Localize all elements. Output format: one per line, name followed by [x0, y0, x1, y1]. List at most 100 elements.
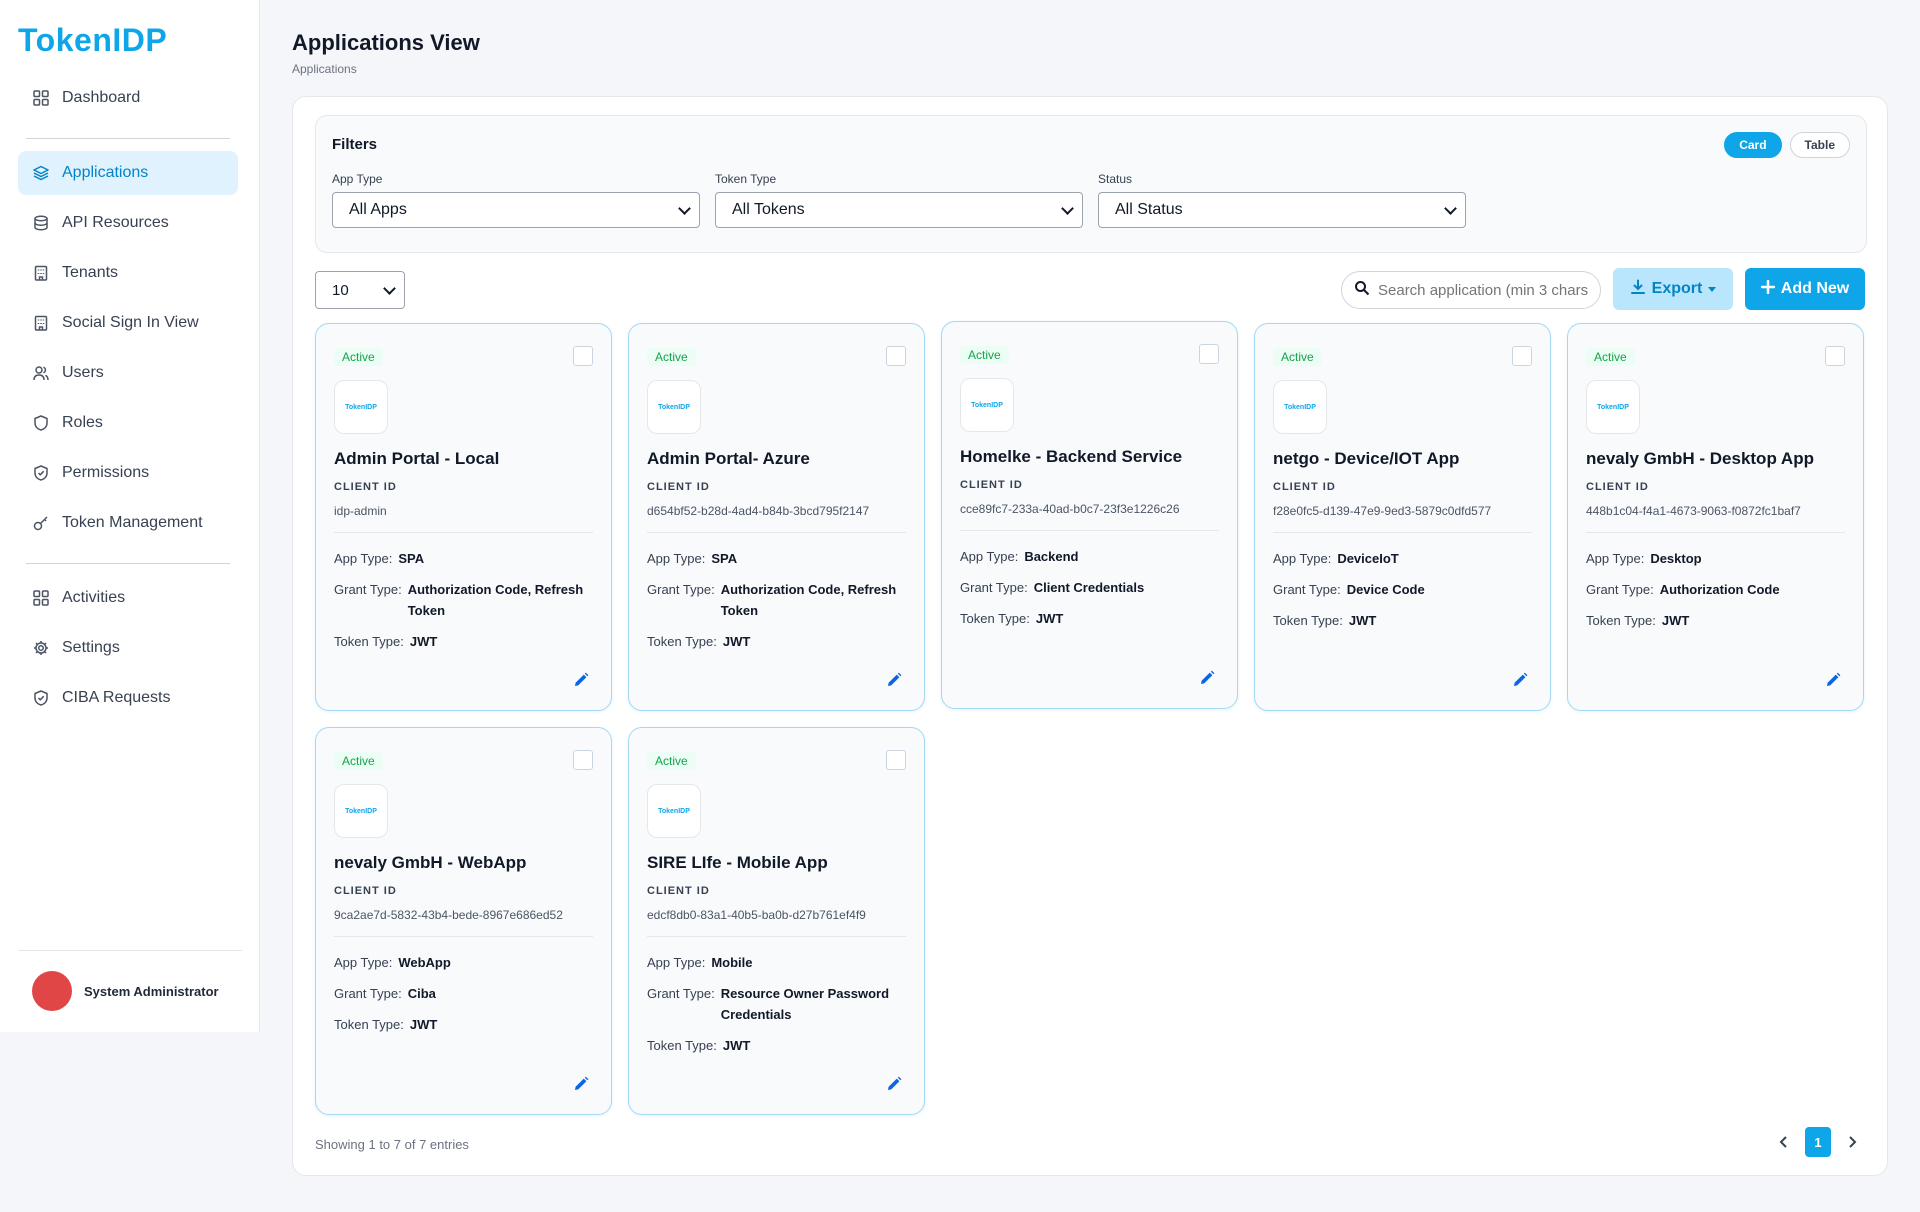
client-id-value: edcf8db0-83a1-40b5-ba0b-d27b761ef4f9	[647, 908, 866, 922]
sidebar-item-ciba-requests[interactable]: CIBA Requests	[18, 676, 238, 720]
client-id-value: idp-admin	[334, 504, 387, 518]
select-checkbox[interactable]	[573, 346, 593, 366]
card-divider	[647, 532, 906, 533]
select-checkbox[interactable]	[573, 750, 593, 770]
pencil-icon[interactable]	[1823, 670, 1843, 690]
app-card[interactable]: Active TokenIDP SIRE LIfe - Mobile App C…	[628, 727, 925, 1115]
user-name[interactable]: System Administrator	[84, 984, 219, 999]
chevron-down-icon	[678, 201, 691, 215]
pagination: 1	[1771, 1127, 1865, 1157]
pencil-icon[interactable]	[571, 670, 591, 690]
status-select[interactable]: All Status	[1098, 192, 1466, 228]
sidebar-divider	[18, 950, 242, 951]
sidebar-item-dashboard[interactable]: Dashboard	[18, 76, 238, 120]
gear-icon	[32, 639, 50, 657]
chevron-down-icon	[383, 281, 396, 295]
add-new-button[interactable]: Add New	[1745, 268, 1865, 310]
page-button[interactable]: 1	[1805, 1127, 1831, 1157]
sidebar-item-tenants[interactable]: Tenants	[18, 251, 238, 295]
app-logo-thumbnail: TokenIDP	[334, 380, 388, 434]
chevron-left-icon[interactable]	[1771, 1127, 1797, 1157]
status-badge: Active	[334, 752, 383, 770]
app-type-label: App Type:	[1586, 551, 1645, 566]
app-type-label: App Type	[332, 172, 383, 186]
client-id-label: CLIENT ID	[960, 479, 1023, 491]
sidebar-item-activities[interactable]: Activities	[18, 576, 238, 620]
sidebar-item-api-resources[interactable]: API Resources	[18, 201, 238, 245]
chevron-right-icon[interactable]	[1839, 1127, 1865, 1157]
token-type-label: Token Type	[715, 172, 777, 186]
grant-type-value: Client Credentials	[1033, 580, 1145, 595]
status-label: Status	[1098, 172, 1133, 186]
shield-check-icon	[32, 689, 50, 707]
grant-type-value: Authorization Code, Refresh Token	[407, 582, 584, 618]
client-id-label: CLIENT ID	[334, 481, 397, 493]
plus-icon	[1760, 279, 1776, 299]
sidebar-item-users[interactable]: Users	[18, 351, 238, 395]
sidebar-item-token-management[interactable]: Token Management	[18, 501, 238, 545]
export-button[interactable]: Export	[1613, 268, 1733, 310]
app-type-select[interactable]: All Apps	[332, 192, 700, 228]
app-type-value: DeviceIoT	[1337, 551, 1399, 566]
app-type-label: App Type:	[334, 551, 393, 566]
card-view-button[interactable]: Card	[1724, 132, 1782, 158]
app-name: nevaly GmbH - WebApp	[334, 853, 527, 872]
sidebar-item-settings[interactable]: Settings	[18, 626, 238, 670]
page-size-value: 10	[332, 281, 349, 299]
card-properties: App Type: SPA Grant Type: Authorization Co…	[647, 548, 909, 662]
breadcrumb[interactable]: Applications	[292, 62, 357, 76]
pencil-icon[interactable]	[1510, 670, 1530, 690]
card-properties: App Type: WebApp Grant Type: Ciba Token Ty…	[334, 952, 596, 1045]
app-type-label: App Type:	[334, 955, 393, 970]
grant-type-row: Grant Type: Client Credentials	[960, 577, 1222, 598]
select-checkbox[interactable]	[886, 346, 906, 366]
app-card[interactable]: Active TokenIDP nevaly GmbH - Desktop Ap…	[1567, 323, 1864, 711]
filters-title: Filters	[332, 136, 378, 153]
card-divider	[334, 532, 593, 533]
app-card[interactable]: Active TokenIDP netgo - Device/IOT App C…	[1254, 323, 1551, 711]
grant-type-value: Device Code	[1346, 582, 1425, 597]
status-badge: Active	[1273, 348, 1322, 366]
select-checkbox[interactable]	[1512, 346, 1532, 366]
client-id-label: CLIENT ID	[334, 885, 397, 897]
app-type-row: App Type: DeviceIoT	[1273, 548, 1535, 569]
app-logo-thumbnail: TokenIDP	[1273, 380, 1327, 434]
sidebar-item-applications[interactable]: Applications	[18, 151, 238, 195]
token-type-select[interactable]: All Tokens	[715, 192, 1083, 228]
pencil-icon[interactable]	[884, 670, 904, 690]
pencil-icon[interactable]	[571, 1074, 591, 1094]
key-icon	[32, 514, 50, 532]
select-checkbox[interactable]	[1825, 346, 1845, 366]
card-divider	[1273, 532, 1532, 533]
select-checkbox[interactable]	[1199, 344, 1219, 364]
app-card[interactable]: Active TokenIDP Homelke - Backend Servic…	[941, 321, 1238, 709]
token-type-row: Token Type: JWT	[1586, 610, 1848, 631]
grant-type-label: Grant Type:	[1273, 582, 1341, 597]
select-checkbox[interactable]	[886, 750, 906, 770]
page-size-select[interactable]: 10	[315, 271, 405, 309]
grant-type-row: Grant Type: Resource Owner Password Crede…	[647, 983, 909, 1025]
token-type-label: Token Type:	[647, 1038, 717, 1053]
app-card[interactable]: Active TokenIDP Admin Portal- Azure CLIE…	[628, 323, 925, 711]
app-type-row: App Type: WebApp	[334, 952, 596, 973]
page-title: Applications View	[292, 30, 480, 55]
app-card[interactable]: Active TokenIDP nevaly GmbH - WebApp CLI…	[315, 727, 612, 1115]
sidebar-item-social-sign-in[interactable]: Social Sign In View	[18, 301, 238, 345]
sidebar-item-permissions[interactable]: Permissions	[18, 451, 238, 495]
table-view-button[interactable]: Table	[1789, 132, 1850, 158]
pencil-icon[interactable]	[884, 1074, 904, 1094]
avatar[interactable]	[32, 971, 72, 1011]
app-type-filter: App Type All Apps	[332, 172, 700, 228]
layers-icon	[32, 164, 50, 182]
sidebar-divider	[26, 138, 230, 139]
token-type-row: Token Type: JWT	[1273, 610, 1535, 631]
search-input[interactable]	[1378, 281, 1588, 299]
grant-type-label: Grant Type:	[334, 986, 402, 1001]
sidebar-item-label: Tenants	[62, 264, 119, 281]
pencil-icon[interactable]	[1197, 668, 1217, 688]
app-card[interactable]: Active TokenIDP Admin Portal - Local CLI…	[315, 323, 612, 711]
token-type-label: Token Type:	[334, 634, 404, 649]
app-logo-thumbnail: TokenIDP	[960, 378, 1014, 432]
app-logo[interactable]: TokenIDP	[18, 22, 167, 59]
sidebar-item-roles[interactable]: Roles	[18, 401, 238, 445]
